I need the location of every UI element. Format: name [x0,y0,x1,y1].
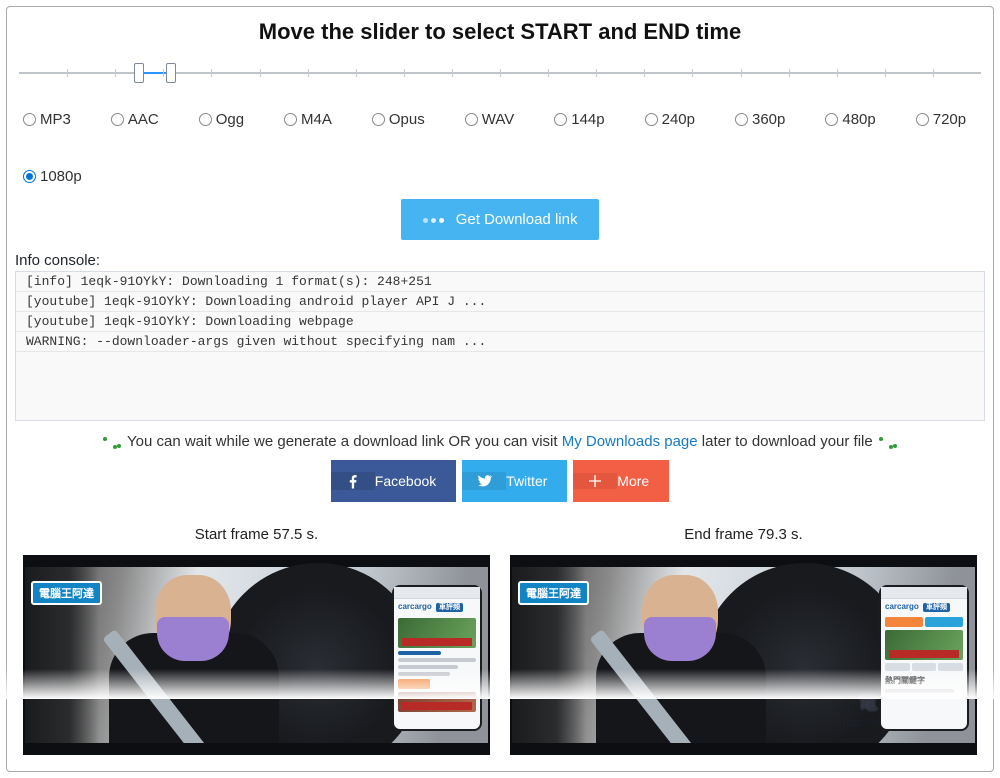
format-option-label: 720p [933,111,966,128]
format-option-m4a[interactable]: M4A [284,111,332,128]
format-option-label: M4A [301,111,332,128]
radio-icon [825,113,838,126]
loading-dots-icon [423,218,444,223]
format-option-720p[interactable]: 720p [916,111,966,128]
share-facebook-button[interactable]: Facebook [331,460,456,502]
format-option-label: Opus [389,111,425,128]
format-option-wav[interactable]: WAV [465,111,515,128]
share-more-label: More [617,473,669,489]
console-line: [youtube] 1eqk-91OYkY: Downloading webpa… [16,312,984,332]
radio-icon [916,113,929,126]
format-option-opus[interactable]: Opus [372,111,425,128]
start-frame-image: 電腦王阿達 carcargo 車評頻 [23,555,490,755]
app-container: Move the slider to select START and END … [6,6,994,772]
page-title: Move the slider to select START and END … [15,19,985,45]
share-more-button[interactable]: More [573,460,669,502]
start-frame-caption: Start frame 57.5 s. [23,526,490,543]
phone-brand-tag: 車評頻 [923,603,950,612]
format-option-aac[interactable]: AAC [111,111,159,128]
end-frame-image: 電腦王阿達 電腦王阿達 http://www.kocpc.com.tw carc… [510,555,977,755]
format-option-144p[interactable]: 144p [554,111,604,128]
radio-icon [199,113,212,126]
info-console: [info] 1eqk-91OYkY: Downloading 1 format… [15,271,985,421]
facebook-icon [331,472,375,490]
wait-hint-post: later to download your file [702,433,873,450]
end-frame-caption: End frame 79.3 s. [510,526,977,543]
format-option-240p[interactable]: 240p [645,111,695,128]
format-option-label: 240p [662,111,695,128]
format-option-label: WAV [482,111,515,128]
format-option-label: MP3 [40,111,71,128]
time-range-slider[interactable] [19,65,981,81]
format-option-ogg[interactable]: Ogg [199,111,244,128]
console-line: WARNING: --downloader-args given without… [16,332,984,352]
slider-handle-end[interactable] [166,63,176,83]
get-download-link-label: Get Download link [456,211,578,228]
get-download-link-button[interactable]: Get Download link [401,199,600,240]
radio-icon [23,113,36,126]
start-frame-column: Start frame 57.5 s. 電腦王阿達 [23,526,490,755]
twitter-icon [462,472,506,490]
format-option-label: AAC [128,111,159,128]
radio-icon [111,113,124,126]
format-option-label: 360p [752,111,785,128]
radio-icon [284,113,297,126]
format-option-1080p[interactable]: 1080p [23,168,82,185]
format-option-label: Ogg [216,111,244,128]
sparkle-icon [101,435,123,449]
start-phone-overlay: carcargo 車評頻 [392,585,482,731]
format-option-label: 144p [571,111,604,128]
wait-hint: You can wait while we generate a downloa… [15,421,985,460]
share-twitter-label: Twitter [506,473,567,489]
end-frame-column: End frame 79.3 s. 電腦王阿達 電腦王阿達 http://www… [510,526,977,755]
my-downloads-link[interactable]: My Downloads page [562,433,698,450]
slider-handle-start[interactable] [134,63,144,83]
radio-icon [554,113,567,126]
end-phone-overlay: carcargo 車評頻 熱門關鍵字 [879,585,969,731]
sparkle-icon [877,435,899,449]
wait-hint-pre: You can wait while we generate a downloa… [127,433,562,450]
channel-watermark: 電腦王阿達 [31,581,102,605]
format-option-mp3[interactable]: MP3 [23,111,71,128]
share-twitter-button[interactable]: Twitter [462,460,567,502]
info-console-label: Info console: [15,252,985,269]
phone-brand: carcargo [398,602,432,611]
radio-icon [465,113,478,126]
phone-heading: 熱門關鍵字 [881,673,967,686]
share-facebook-label: Facebook [375,473,456,489]
radio-icon [735,113,748,126]
radio-icon [23,170,36,183]
format-option-360p[interactable]: 360p [735,111,785,128]
console-line: [info] 1eqk-91OYkY: Downloading 1 format… [16,272,984,292]
plus-icon [573,473,617,489]
phone-brand: carcargo [885,602,919,611]
frame-previews: Start frame 57.5 s. 電腦王阿達 [15,502,985,763]
radio-icon [372,113,385,126]
phone-brand-tag: 車評頻 [436,603,463,612]
radio-icon [645,113,658,126]
format-options: MP3 AAC Ogg M4A Opus WAV 144p 240p 360p 480p 720p 1… [15,107,985,199]
format-option-label: 480p [842,111,875,128]
format-option-label: 1080p [40,168,82,185]
share-buttons: Facebook Twitter More [15,460,985,502]
format-option-480p[interactable]: 480p [825,111,875,128]
console-line: [youtube] 1eqk-91OYkY: Downloading andro… [16,292,984,312]
channel-watermark: 電腦王阿達 [518,581,589,605]
